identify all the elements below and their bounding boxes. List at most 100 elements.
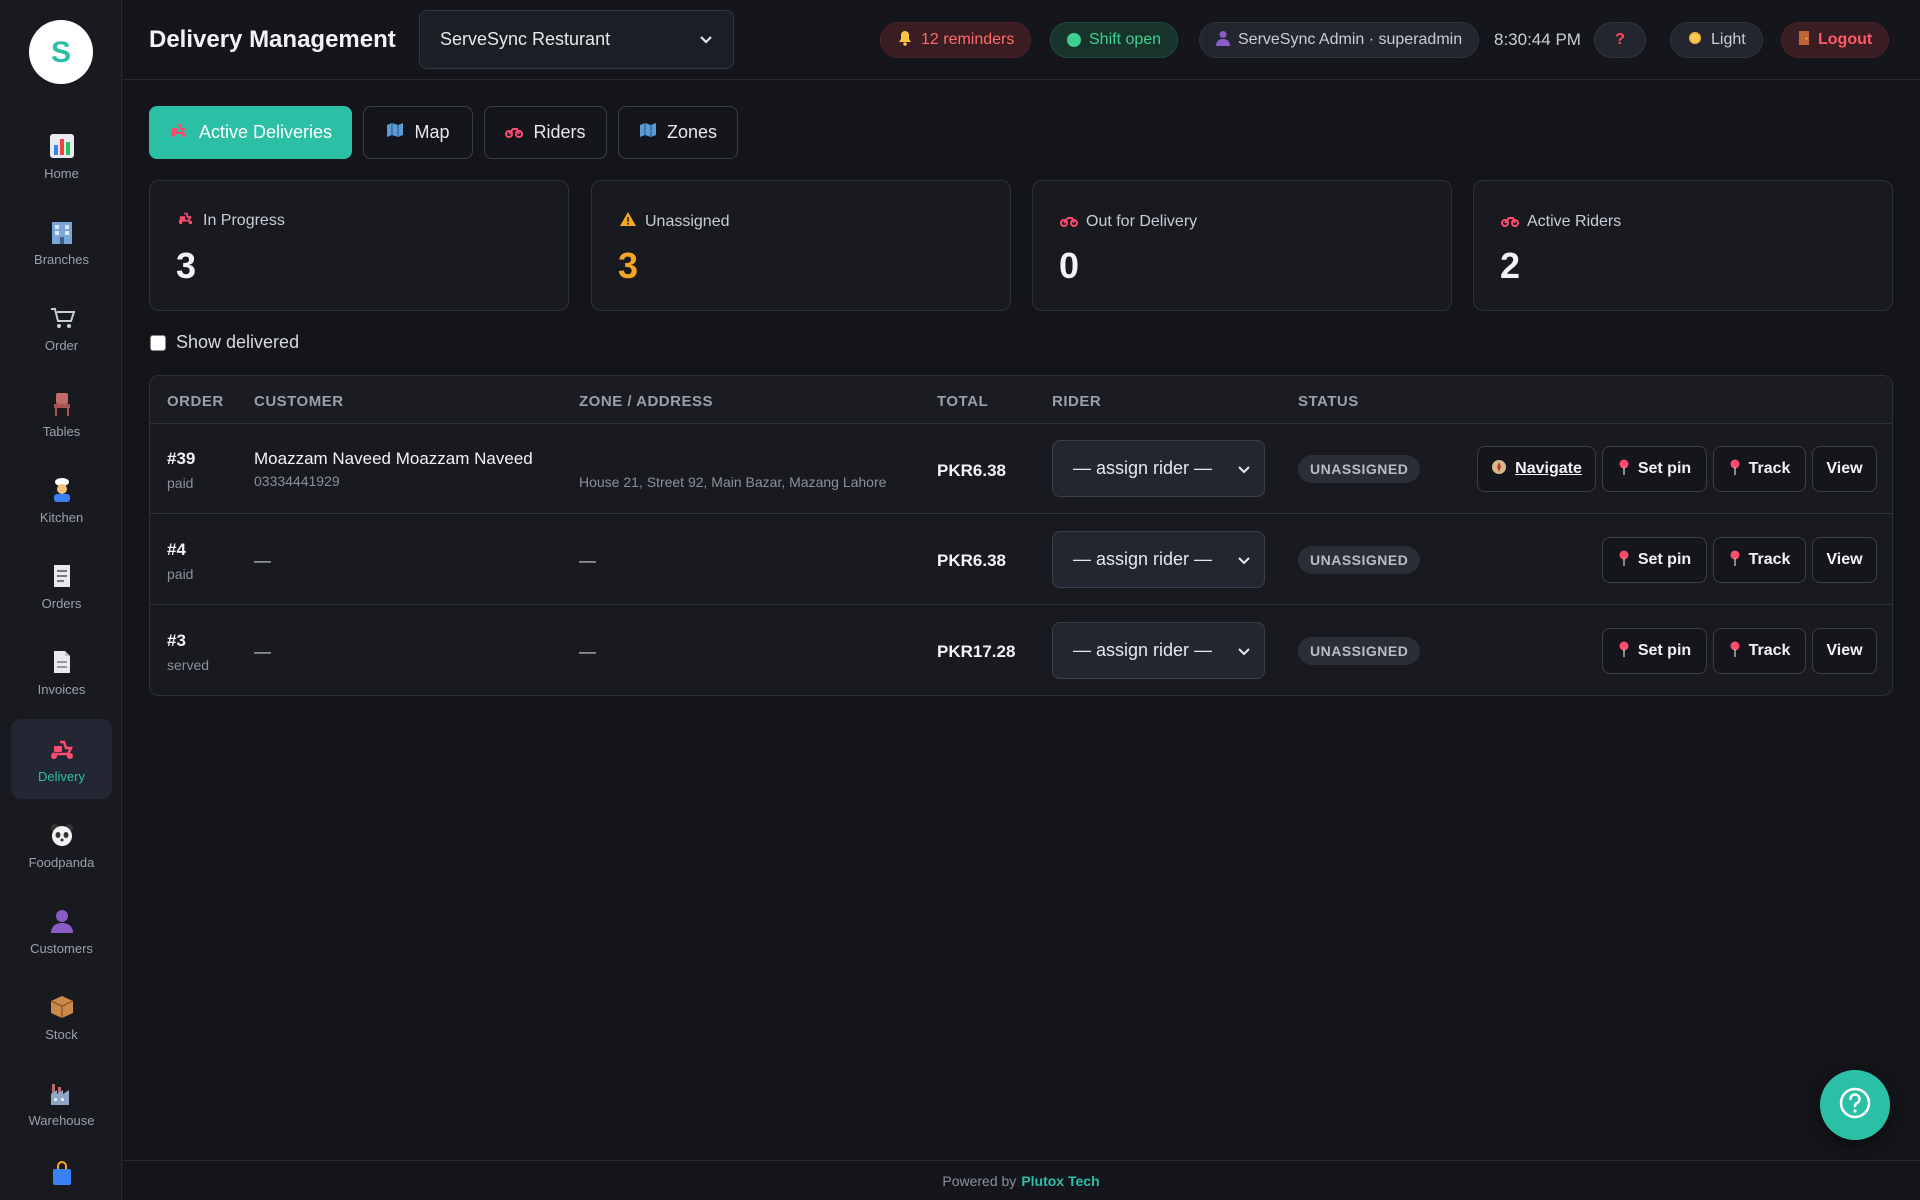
order-number[interactable]: #3: [167, 631, 209, 651]
scooter-icon: [169, 122, 189, 143]
view-label: View: [1826, 551, 1863, 568]
sidebar-item-tables[interactable]: Tables: [11, 374, 112, 454]
sidebar-item-stock[interactable]: Stock: [11, 977, 112, 1057]
show-delivered-toggle[interactable]: Show delivered: [150, 332, 299, 353]
order-number[interactable]: #39: [167, 449, 195, 469]
sidebar-item-invoices[interactable]: Invoices: [11, 632, 112, 712]
logo-icon: S: [51, 36, 71, 69]
reminders-label: 12 reminders: [921, 31, 1015, 48]
delivery-address: House 21, Street 92, Main Bazar, Mazang …: [579, 474, 887, 490]
pin-icon: [1729, 550, 1741, 571]
tab-active-deliveries[interactable]: Active Deliveries: [149, 106, 352, 159]
sidebar-item-orders[interactable]: Orders: [11, 546, 112, 626]
pin-icon: [1618, 550, 1630, 571]
theme-toggle-button[interactable]: Light: [1670, 22, 1763, 58]
sidebar-item-home[interactable]: Home: [11, 116, 112, 196]
set-pin-label: Set pin: [1637, 551, 1692, 568]
sidebar-item-label: Foodpanda: [28, 854, 95, 870]
payment-status: served: [167, 657, 210, 673]
set-pin-button[interactable]: Set pin: [1602, 628, 1707, 674]
stat-value: 3: [176, 245, 197, 286]
stat-value: 0: [1059, 245, 1080, 286]
chair-icon: [48, 390, 76, 418]
status-badge: UNASSIGNED: [1298, 455, 1421, 483]
map-icon: [386, 122, 404, 143]
column-header-order: ORDER: [167, 393, 224, 410]
customer-phone: 03334441929: [254, 473, 340, 489]
order-number[interactable]: #4: [167, 540, 193, 560]
track-button[interactable]: Track: [1713, 446, 1806, 492]
tab-label: Active Deliveries: [198, 122, 333, 142]
factory-icon: [48, 1079, 76, 1107]
sidebar-item-label: Warehouse: [28, 1112, 95, 1128]
shopping-bag-icon: [48, 1160, 76, 1188]
track-label: Track: [1748, 642, 1791, 659]
rider-select[interactable]: — assign rider —: [1052, 531, 1265, 588]
user-icon: [48, 907, 76, 935]
help-button[interactable]: ?: [1594, 22, 1646, 58]
building-icon: [48, 218, 76, 246]
view-button[interactable]: View: [1812, 537, 1877, 583]
view-button[interactable]: View: [1812, 628, 1877, 674]
column-header-total: TOTAL: [937, 393, 989, 410]
tab-zones[interactable]: Zones: [618, 106, 738, 159]
app-logo[interactable]: S: [29, 20, 93, 84]
tab-riders[interactable]: Riders: [484, 106, 607, 159]
table-row: #39 paid Moazzam Naveed Moazzam Naveed 0…: [150, 424, 1892, 514]
set-pin-button[interactable]: Set pin: [1602, 446, 1707, 492]
branch-select-value: ServeSync Resturant: [440, 29, 611, 49]
table-header: ORDER CUSTOMER ZONE / ADDRESS TOTAL RIDE…: [150, 376, 1892, 424]
branch-select[interactable]: ServeSync Resturant: [419, 10, 734, 69]
help-fab-button[interactable]: [1820, 1070, 1890, 1140]
sidebar-item-order[interactable]: Order: [11, 288, 112, 368]
sidebar-item-label: Stock: [45, 1026, 78, 1042]
bell-icon: [897, 30, 913, 51]
motorcycle-icon: [1501, 211, 1519, 232]
sidebar-item-customers[interactable]: Customers: [11, 891, 112, 971]
door-icon: [1798, 30, 1810, 51]
sidebar-item-branches[interactable]: Branches: [11, 202, 112, 282]
column-header-status: STATUS: [1298, 393, 1359, 410]
shift-status-button[interactable]: Shift open: [1050, 22, 1179, 58]
view-label: View: [1826, 642, 1863, 659]
show-delivered-checkbox[interactable]: [150, 334, 166, 351]
chevron-down-icon: [1238, 458, 1250, 479]
stat-label: In Progress: [203, 211, 285, 229]
sidebar-item-delivery[interactable]: Delivery: [11, 719, 112, 799]
track-button[interactable]: Track: [1713, 537, 1806, 583]
compass-icon: [1491, 459, 1507, 480]
view-label: View: [1826, 460, 1863, 477]
sidebar-item-label: Orders: [41, 595, 82, 611]
sidebar-item-label: Order: [44, 337, 79, 353]
sidebar-item-more[interactable]: [11, 1160, 112, 1200]
sidebar-item-kitchen[interactable]: Kitchen: [11, 460, 112, 540]
user-menu-button[interactable]: ServeSync Admin · superadmin: [1199, 22, 1480, 58]
chevron-down-icon: [699, 29, 713, 50]
page-title: Delivery Management: [149, 26, 396, 53]
status-badge: UNASSIGNED: [1298, 637, 1421, 665]
reminders-button[interactable]: 12 reminders: [880, 22, 1032, 58]
sidebar-item-foodpanda[interactable]: Foodpanda: [11, 805, 112, 885]
view-button[interactable]: View: [1812, 446, 1877, 492]
theme-label: Light: [1711, 31, 1746, 48]
tab-map[interactable]: Map: [363, 106, 473, 159]
set-pin-button[interactable]: Set pin: [1602, 537, 1707, 583]
footer-brand-link[interactable]: Plutox Tech: [1021, 1173, 1099, 1189]
order-cell: #39 paid: [167, 449, 195, 491]
navigate-button[interactable]: Navigate: [1477, 446, 1596, 492]
sidebar-item-label: Kitchen: [39, 509, 84, 525]
logout-button[interactable]: Logout: [1781, 22, 1890, 58]
customer-name: —: [254, 551, 271, 570]
track-button[interactable]: Track: [1713, 628, 1806, 674]
chevron-down-icon: [1238, 640, 1250, 661]
rider-select[interactable]: — assign rider —: [1052, 440, 1265, 497]
tab-label: Riders: [533, 122, 586, 142]
sidebar-item-label: Home: [44, 165, 79, 181]
delivery-address: —: [579, 551, 596, 570]
sidebar-item-warehouse[interactable]: Warehouse: [11, 1063, 112, 1143]
track-label: Track: [1748, 460, 1791, 477]
scooter-icon: [177, 211, 195, 230]
deliveries-table: ORDER CUSTOMER ZONE / ADDRESS TOTAL RIDE…: [149, 375, 1893, 696]
navigate-label: Navigate: [1515, 460, 1582, 477]
rider-select[interactable]: — assign rider —: [1052, 622, 1265, 679]
